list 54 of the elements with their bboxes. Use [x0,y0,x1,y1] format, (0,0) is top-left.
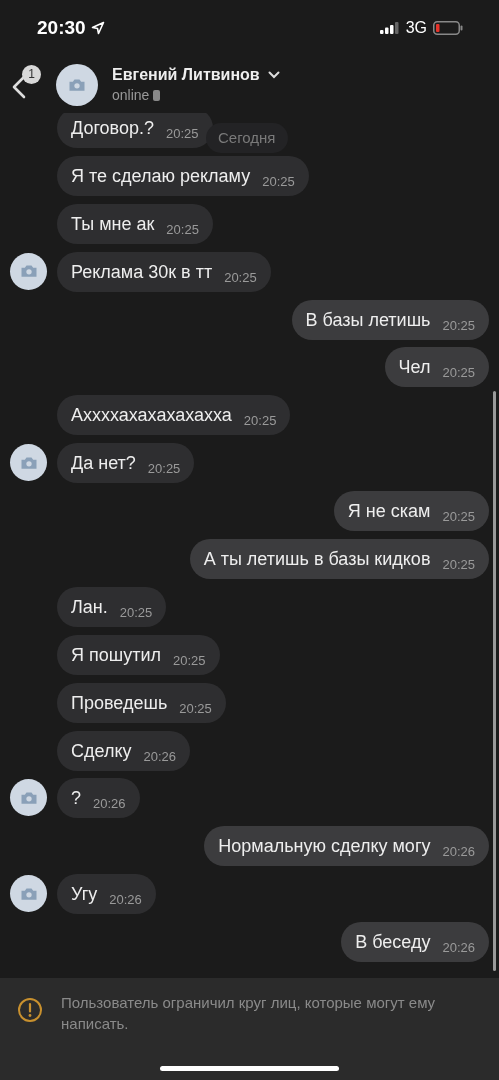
notice-text: Пользователь ограничил круг лиц, которые могут ему написать. [61,993,437,1034]
message-text: Я не скам [347,500,431,524]
message-text: А ты летишь в базы кидков [203,548,431,571]
message-time: 20:25 [262,172,295,191]
avatar-icon[interactable] [10,875,47,913]
message-text: Аххххахахахахахха [71,404,232,428]
message-text: ? [71,787,81,811]
message-time: 20:25 [147,460,181,479]
message-text: Сделку [71,739,132,763]
message-time: 20:25 [166,125,199,143]
message-time: 20:25 [179,699,212,718]
warning-icon [17,997,43,1023]
location-arrow-icon [90,21,105,35]
message-text: Чел [398,356,431,380]
message-text: Проведешь [71,691,168,715]
network-type: 3G [405,19,427,37]
avatar-icon[interactable] [10,779,47,817]
message-time: 20:25 [442,556,475,574]
message-time: 20:26 [143,747,177,766]
message-time: 20:25 [119,603,153,622]
contact-name[interactable]: Евгений Литвинов [112,66,280,84]
message-text: Договор.? [71,117,154,140]
signal-icon [379,22,400,34]
message-text: Угу [71,883,98,907]
message-time: 20:26 [109,891,142,910]
message-text: Я те сделаю рекламу [71,164,251,188]
avatar-icon [56,63,98,106]
message-text: Реклама 30к в тт [71,260,213,284]
message-text: В базы летишь [305,308,431,332]
avatar-icon[interactable] [10,252,47,290]
message-text: Я пошутил [71,643,161,667]
message-text: Нормальную сделку могу [218,835,431,859]
message-time: 20:25 [442,508,475,527]
message-time: 20:26 [442,939,475,958]
presence-status: online [112,87,150,103]
unread-badge: 1 [22,64,41,84]
message-time: 20:26 [93,795,126,814]
message-time: 20:25 [442,316,475,335]
clock-time: 20:30 [37,17,86,39]
battery-icon [433,21,463,35]
message-text: В беседу [355,931,431,955]
message-time: 20:26 [442,843,475,862]
message-text: Да нет? [71,452,136,476]
message-time: 20:25 [442,364,475,383]
message-time: 20:25 [173,651,206,670]
message-time: 20:25 [166,220,199,239]
avatar-icon[interactable] [10,444,47,482]
date-label: Сегодня [206,123,288,153]
caret-icon[interactable] [267,71,280,79]
message-time: 20:25 [224,268,257,287]
phone-icon [153,89,161,101]
message-time: 20:25 [243,412,277,431]
message-text: Лан. [71,595,108,619]
message-text: Ты мне ак [71,212,155,236]
